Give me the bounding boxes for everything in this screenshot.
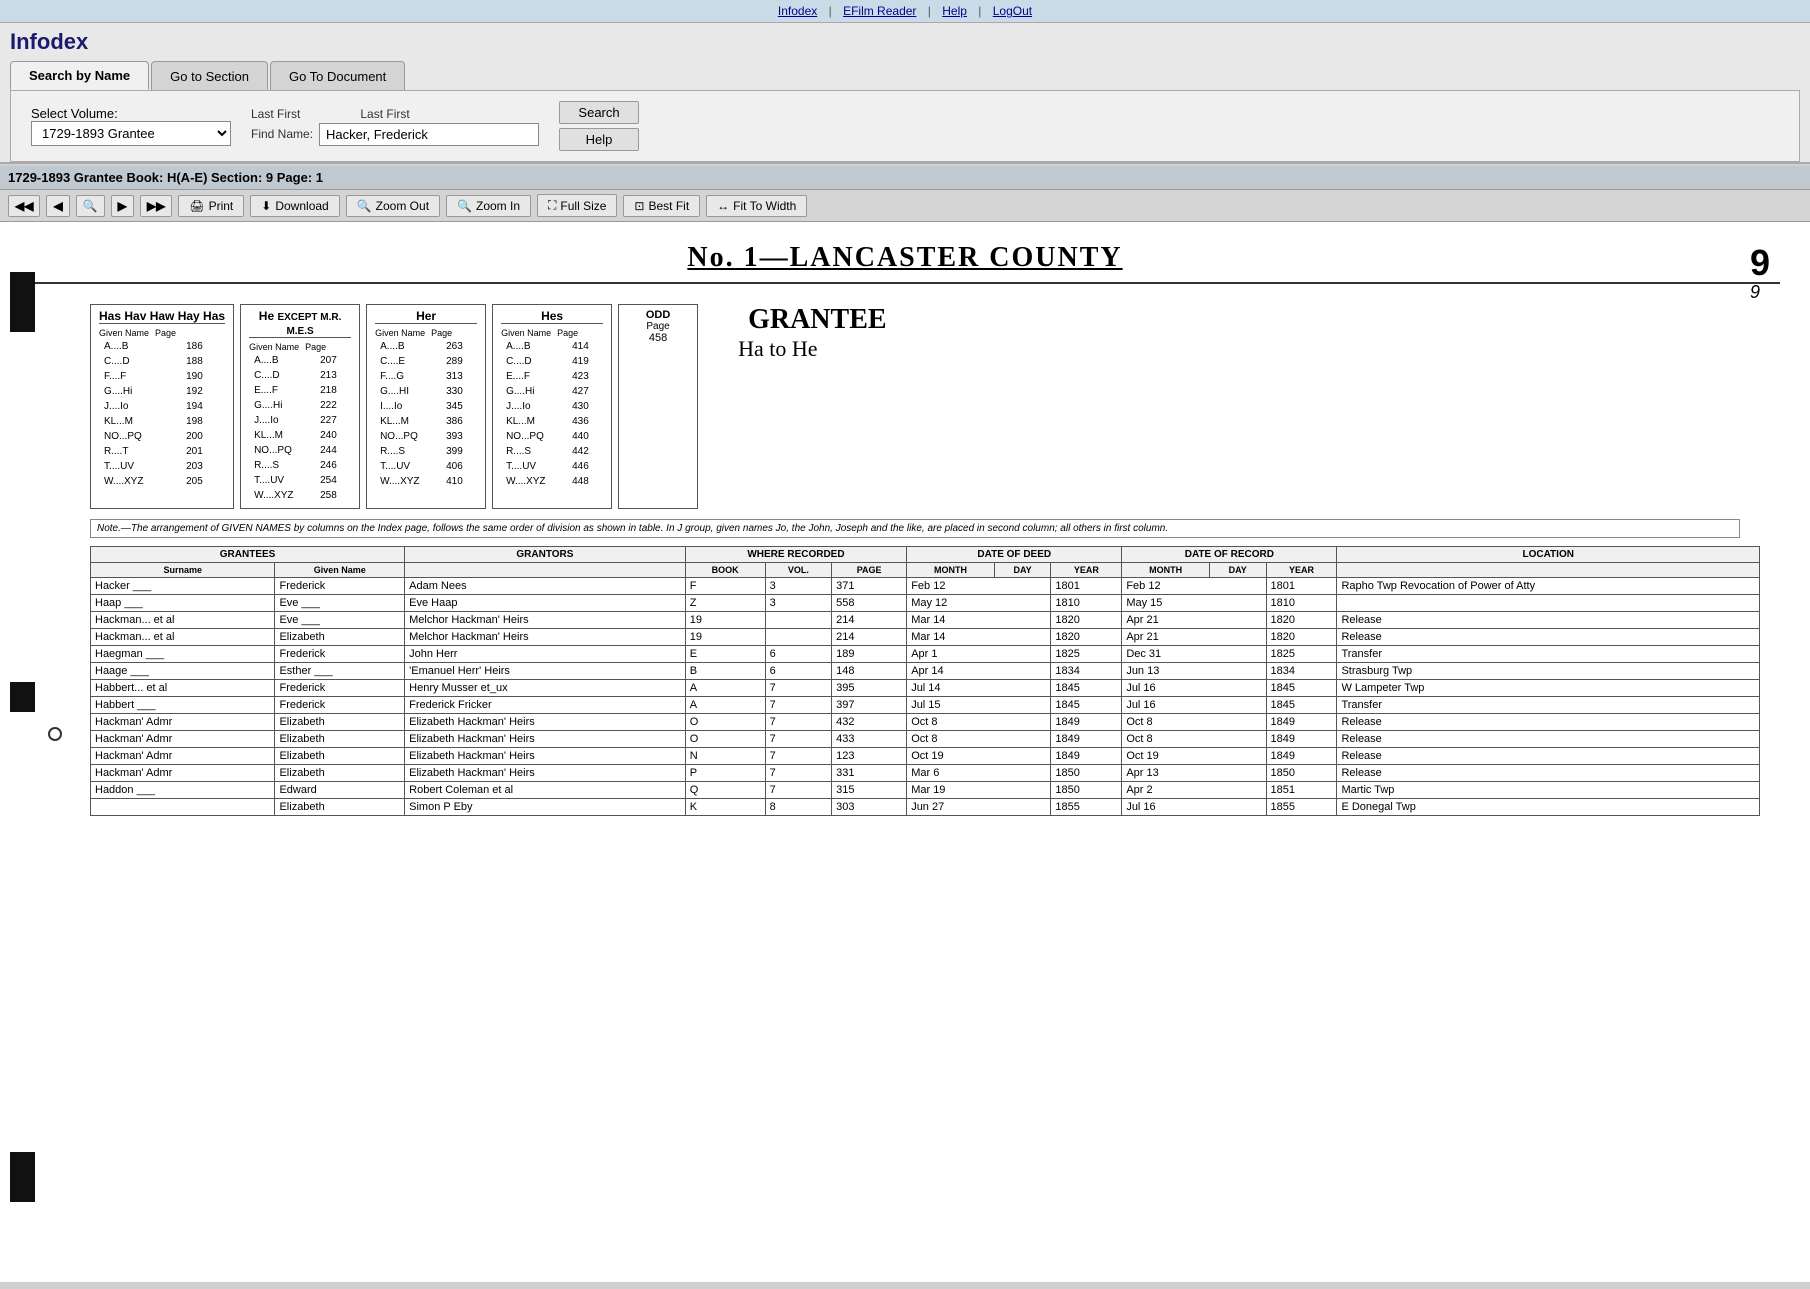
full-size-button[interactable]: ⛶ Full Size <box>537 194 617 217</box>
index-table-he: A....B207 C....D213 E....F218 G....Hi222… <box>249 352 351 504</box>
col-header-deed: DATE OF DEED <box>907 547 1122 563</box>
download-icon: ⬇ <box>261 199 271 213</box>
table-row: Haddon ___ Edward Robert Coleman et al Q… <box>91 782 1760 799</box>
full-size-icon: ⛶ <box>548 198 556 213</box>
nav-logout[interactable]: LogOut <box>993 4 1032 18</box>
index-col-he: He EXCEPT M.R.M.E.S Given NamePage A....… <box>240 304 360 509</box>
table-row: Haap ___ Eve ___ Eve Haap Z 3 558 May 12… <box>91 595 1760 612</box>
zoom-in-button[interactable]: 🔍 Zoom In <box>446 195 531 217</box>
side-marker-top <box>10 272 35 332</box>
top-navigation: Infodex | EFilm Reader | Help | LogOut <box>0 0 1810 23</box>
document-content: 9 9 No. 1—LANCASTER COUNTY Has Hav Haw H… <box>0 222 1810 1222</box>
col-header-where: WHERE RECORDED <box>685 547 906 563</box>
find-name-input[interactable] <box>319 123 539 146</box>
document-title: No. 1—LANCASTER COUNTY <box>30 242 1780 284</box>
book-info-bar: 1729-1893 Grantee Book: H(A-E) Section: … <box>0 166 1810 190</box>
tab-go-to-document[interactable]: Go To Document <box>270 61 405 90</box>
table-row: Elizabeth Simon P Eby K 8 303 Jun 27 185… <box>91 799 1760 816</box>
side-marker-bottom <box>10 1152 35 1202</box>
search-area: Select Volume: 1729-1893 Grantee Last Fi… <box>10 90 1800 162</box>
index-col-has: Has Hav Haw Hay Has Given NamePage A....… <box>90 304 234 509</box>
circle-marker <box>48 727 62 741</box>
grantee-label: GRANTEE <box>748 304 886 336</box>
find-name-label: Find Name: <box>251 127 313 141</box>
zoom-out-icon: 🔍 <box>357 199 372 213</box>
nav-help[interactable]: Help <box>942 4 967 18</box>
grantee-range: Ha to He <box>738 336 886 362</box>
nav-last[interactable]: ▶▶ <box>140 195 172 217</box>
tab-search-by-name[interactable]: Search by Name <box>10 61 149 90</box>
table-row: Hackman... et al Eve ___ Melchor Hackman… <box>91 612 1760 629</box>
last-first-label1: Last First <box>251 107 300 121</box>
table-row: Hackman' Admr Elizabeth Elizabeth Hackma… <box>91 748 1760 765</box>
page-number-italic: 9 <box>1750 282 1760 303</box>
last-first-label2: Last First <box>360 107 409 121</box>
index-table-has: A....B186 C....D188 F....F190 G....Hi192… <box>99 338 225 490</box>
table-row: Hacker ___ Frederick Adam Nees F 3 371 F… <box>91 578 1760 595</box>
main-header: Infodex Search by Name Go to Section Go … <box>0 23 1810 164</box>
col-header-grantees: GRANTEES <box>91 547 405 563</box>
nav-infodex[interactable]: Infodex <box>778 4 817 18</box>
best-fit-icon: ⊡ <box>634 199 644 213</box>
table-row: Habbert... et al Frederick Henry Musser … <box>91 680 1760 697</box>
table-row: Haegman ___ Frederick John Herr E 6 189 … <box>91 646 1760 663</box>
table-row: Hackman' Admr Elizabeth Elizabeth Hackma… <box>91 765 1760 782</box>
note-bar: Note.—The arrangement of GIVEN NAMES by … <box>90 519 1740 538</box>
side-marker-mid <box>10 682 35 712</box>
table-row: Hackman' Admr Elizabeth Elizabeth Hackma… <box>91 714 1760 731</box>
table-row: Habbert ___ Frederick Frederick Fricker … <box>91 697 1760 714</box>
volume-select[interactable]: 1729-1893 Grantee <box>31 121 231 146</box>
index-table-hes: A....B414 C....D419 E....F423 G....Hi427… <box>501 338 603 490</box>
fit-width-icon: ↔ <box>717 199 729 213</box>
index-table-her: A....B263 C....E289 F....G313 G....HI330… <box>375 338 477 490</box>
nav-prev[interactable]: ◀ <box>46 195 69 217</box>
download-button[interactable]: ⬇ Download <box>250 195 339 217</box>
help-button[interactable]: Help <box>559 128 639 151</box>
nav-efilm[interactable]: EFilm Reader <box>843 4 916 18</box>
odd-box: ODD Page 458 <box>618 304 698 509</box>
col-header-grantors: GRANTORS <box>405 547 686 563</box>
nav-next[interactable]: ▶ <box>111 195 134 217</box>
brand-title: Infodex <box>10 29 1800 55</box>
find-name-group: Last First Last First Find Name: <box>251 107 539 146</box>
zoom-in-icon: 🔍 <box>457 199 472 213</box>
nav-first[interactable]: ◀◀ <box>8 195 40 217</box>
col-header-record: DATE OF RECORD <box>1122 547 1337 563</box>
best-fit-button[interactable]: ⊡ Best Fit <box>623 195 700 217</box>
print-button[interactable]: 🖨 Print <box>178 195 244 217</box>
grantee-data-table: GRANTEES GRANTORS WHERE RECORDED DATE OF… <box>90 546 1760 816</box>
index-col-her: Her Given NamePage A....B263 C....E289 F… <box>366 304 486 509</box>
volume-group: Select Volume: 1729-1893 Grantee <box>31 106 231 146</box>
nav-search[interactable]: 🔍 <box>76 195 105 217</box>
tab-bar: Search by Name Go to Section Go To Docum… <box>10 61 1800 90</box>
fit-to-width-button[interactable]: ↔ Fit To Width <box>706 195 807 217</box>
table-row: Hackman' Admr Elizabeth Elizabeth Hackma… <box>91 731 1760 748</box>
tab-go-to-section[interactable]: Go to Section <box>151 61 268 90</box>
search-button[interactable]: Search <box>559 101 639 124</box>
volume-label: Select Volume: <box>31 106 118 121</box>
toolbar: ◀◀ ◀ 🔍 ▶ ▶▶ 🖨 Print ⬇ Download 🔍 Zoom Ou… <box>0 190 1810 222</box>
index-col-hes: Hes Given NamePage A....B414 C....D419 E… <box>492 304 612 509</box>
printer-icon: 🖨 <box>189 199 204 213</box>
table-row: Haage ___ Esther ___ 'Emanuel Herr' Heir… <box>91 663 1760 680</box>
table-row: Hackman... et al Elizabeth Melchor Hackm… <box>91 629 1760 646</box>
zoom-out-button[interactable]: 🔍 Zoom Out <box>346 195 440 217</box>
search-help-column: Search Help <box>559 101 639 151</box>
document-viewer[interactable]: 9 9 No. 1—LANCASTER COUNTY Has Hav Haw H… <box>0 222 1810 1282</box>
col-header-location: LOCATION <box>1337 547 1760 563</box>
top-index-row: Has Hav Haw Hay Has Given NamePage A....… <box>30 304 1780 509</box>
page-number: 9 <box>1750 242 1770 284</box>
